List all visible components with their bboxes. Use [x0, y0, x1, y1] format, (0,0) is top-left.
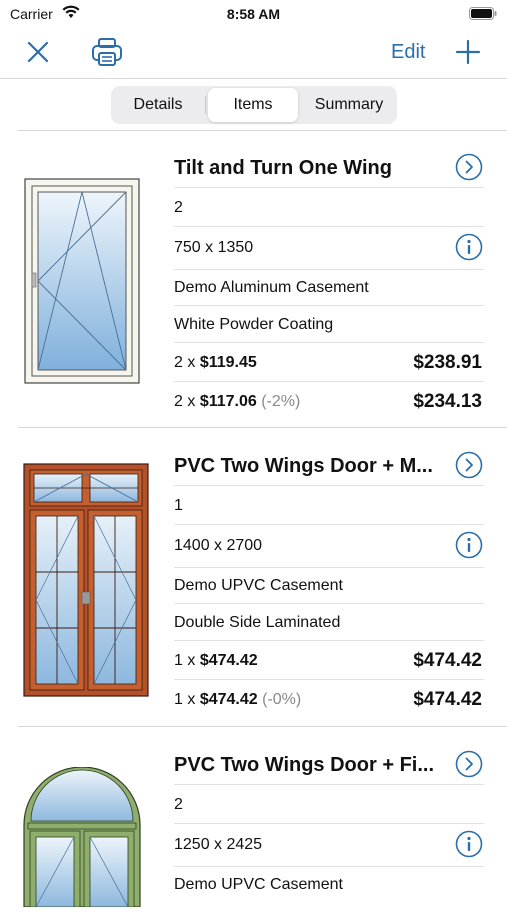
close-button[interactable] [24, 38, 52, 71]
info-icon[interactable] [455, 233, 483, 261]
plus-icon [455, 39, 481, 65]
discounted-unit-price: $474.42 [199, 691, 258, 708]
times-sign: x [187, 393, 200, 410]
item-total: $474.42 [413, 650, 482, 671]
item-size: 1400 x 2700 [174, 537, 263, 554]
unit-price: $119.45 [199, 354, 257, 371]
item-size: 1250 x 2425 [174, 836, 263, 853]
info-icon[interactable] [455, 531, 483, 559]
navigation-bar: Edit [0, 30, 507, 76]
close-icon [27, 41, 49, 63]
segment-separator [205, 96, 206, 114]
item-total: $238.91 [413, 352, 482, 373]
chevron-right-icon[interactable] [455, 451, 483, 479]
price-quantity: 1 [174, 652, 183, 669]
price-quantity: 2 [174, 393, 183, 410]
row-divider [174, 485, 484, 486]
segmented-control: Details Items Summary [111, 86, 397, 124]
item-price-line: 1 x $474.42 [174, 652, 258, 670]
tab-summary[interactable]: Summary [303, 88, 395, 122]
print-button[interactable] [90, 36, 124, 73]
item-title: PVC Two Wings Door + M... [174, 455, 433, 477]
row-divider [174, 342, 484, 343]
item-size: 750 x 1350 [174, 239, 254, 256]
item-discount-line: 1 x $474.42 (-0%) [174, 691, 301, 709]
row-divider [174, 524, 484, 525]
item-title: PVC Two Wings Door + Fi... [174, 754, 435, 776]
chevron-right-icon[interactable] [455, 153, 483, 181]
unit-price: $474.42 [199, 652, 258, 669]
item-discount-line: 2 x $117.06 (-2%) [174, 393, 300, 411]
times-sign: x [187, 354, 200, 371]
item-color: Double Side Laminated [174, 614, 341, 631]
chevron-right-icon[interactable] [455, 750, 483, 778]
item-color: White Powder Coating [174, 316, 334, 333]
price-quantity: 1 [174, 691, 183, 708]
price-quantity: 2 [174, 354, 183, 371]
clock: 8:58 AM [226, 6, 281, 22]
item-quantity: 2 [174, 796, 183, 813]
row-divider [174, 226, 484, 227]
discount-percent: (-0%) [262, 691, 302, 708]
item-title: Tilt and Turn One Wing [174, 157, 392, 179]
list-item[interactable]: Tilt and Turn One Wing 2 750 x 1350 Demo… [0, 130, 507, 427]
item-discounted-total: $474.42 [413, 689, 482, 710]
door-thumbnail [22, 462, 150, 703]
times-sign: x [187, 691, 200, 708]
item-system: Demo Aluminum Casement [174, 279, 369, 296]
item-quantity: 1 [174, 497, 183, 514]
nav-divider [0, 78, 507, 79]
item-discounted-total: $234.13 [413, 391, 482, 412]
row-divider [174, 269, 484, 270]
tab-details[interactable]: Details [113, 88, 203, 122]
battery-icon [469, 7, 497, 23]
row-divider [174, 567, 484, 568]
row-divider [174, 784, 484, 785]
row-divider [174, 603, 484, 604]
add-button[interactable] [454, 38, 482, 71]
times-sign: x [187, 652, 200, 669]
discounted-unit-price: $117.06 [199, 393, 257, 410]
list-item[interactable]: PVC Two Wings Door + M... 1 1400 x 2700 … [0, 428, 507, 726]
item-quantity: 2 [174, 199, 183, 216]
row-divider [174, 823, 484, 824]
row-divider [174, 187, 484, 188]
arched-door-thumbnail [22, 766, 142, 912]
edit-button[interactable]: Edit [391, 41, 425, 64]
item-price-line: 2 x $119.45 [174, 354, 257, 372]
item-system: Demo UPVC Casement [174, 876, 343, 893]
row-divider [174, 866, 484, 867]
row-divider [174, 679, 484, 680]
printer-icon [92, 38, 122, 66]
discount-percent: (-2%) [261, 393, 301, 410]
row-divider [174, 381, 484, 382]
window-thumbnail [22, 177, 142, 390]
list-item[interactable]: PVC Two Wings Door + Fi... 2 1250 x 2425… [0, 727, 507, 908]
info-icon[interactable] [455, 830, 483, 858]
item-system: Demo UPVC Casement [174, 577, 343, 594]
tab-items[interactable]: Items [208, 88, 298, 122]
row-divider [174, 305, 484, 306]
row-divider [174, 640, 484, 641]
status-bar: Carrier 8:58 AM [0, 0, 507, 28]
